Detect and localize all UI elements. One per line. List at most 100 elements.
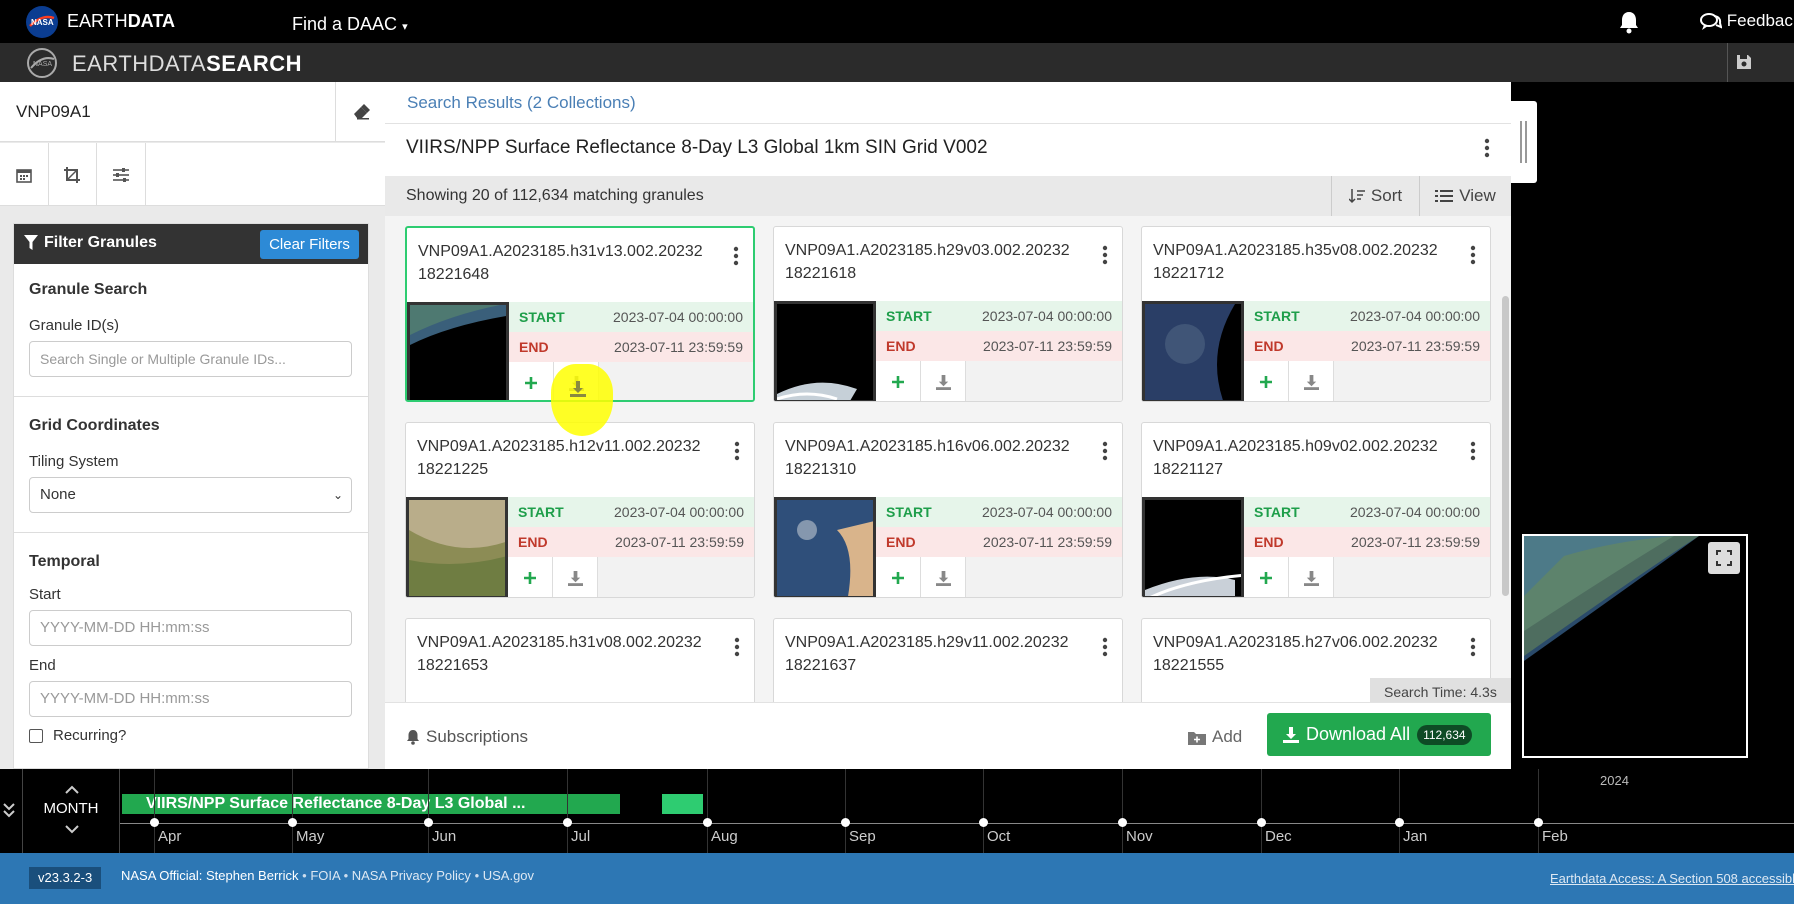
tiling-system-select[interactable]: None ⌄ <box>29 477 352 513</box>
end-value: 2023-07-11 23:59:59 <box>615 534 744 550</box>
kebab-icon[interactable] <box>1102 637 1108 657</box>
collection-timeline-bar[interactable]: VIIRS/NPP Surface Reflectance 8-Day L3 G… <box>122 794 620 814</box>
chevron-down-icon[interactable] <box>65 825 79 834</box>
kebab-icon[interactable] <box>1484 138 1490 158</box>
download-granule-button[interactable] <box>921 361 966 401</box>
granule-preview-map[interactable] <box>1522 534 1748 758</box>
crop-icon[interactable] <box>48 143 97 206</box>
download-granule-button[interactable] <box>921 557 966 597</box>
add-granule-button[interactable] <box>876 361 921 401</box>
nasa-meatball-icon[interactable]: NASA <box>26 47 58 79</box>
footer-links: NASA Official: Stephen Berrick • FOIA • … <box>121 868 534 883</box>
bell-icon[interactable] <box>1618 10 1640 34</box>
add-project-button[interactable]: Add <box>1188 727 1242 747</box>
usagov-link[interactable]: USA.gov <box>483 868 534 883</box>
granule-count-text: Showing 20 of 112,634 matching granules <box>406 187 704 204</box>
granule-card[interactable]: VNP09A1.A2023185.h35v08.002.202321822171… <box>1141 226 1491 402</box>
find-daac-dropdown[interactable]: Find a DAAC ▾ <box>292 14 408 35</box>
kebab-icon[interactable] <box>734 637 740 657</box>
view-button[interactable]: View <box>1420 176 1511 216</box>
start-date-input[interactable]: YYYY-MM-DD HH:mm:ss <box>29 610 352 646</box>
add-granule-button[interactable] <box>508 557 553 597</box>
start-key: START <box>1254 504 1300 520</box>
separator: • <box>474 868 483 883</box>
sliders-icon[interactable] <box>97 143 146 206</box>
search-box: VNP09A1 <box>0 82 385 142</box>
kebab-icon[interactable] <box>1470 245 1476 265</box>
chevron-up-icon[interactable] <box>65 785 79 794</box>
collection-timeline-segment[interactable] <box>662 794 703 814</box>
expand-icon[interactable] <box>1708 542 1740 574</box>
view-label: View <box>1459 186 1496 205</box>
download-granule-button[interactable] <box>1289 361 1334 401</box>
granule-card[interactable]: VNP09A1.A2023185.h12v11.002.202321822122… <box>405 422 755 598</box>
start-label: Start <box>29 586 61 603</box>
end-key: END <box>1254 338 1284 354</box>
end-date-input[interactable]: YYYY-MM-DD HH:mm:ss <box>29 681 352 717</box>
granule-thumbnail[interactable] <box>1142 497 1244 597</box>
download-all-button[interactable]: Download All 112,634 <box>1267 713 1491 756</box>
bell-icon <box>406 729 420 745</box>
granule-id: VNP09A1.A2023185.h35v08.002.202321822171… <box>1153 242 1438 282</box>
kebab-icon[interactable] <box>1470 637 1476 657</box>
footer: v23.3.2-3 NASA Official: Stephen Berrick… <box>0 853 1794 904</box>
earthdata-search-brand[interactable]: EARTHDATASEARCH <box>72 51 302 77</box>
add-granule-button[interactable] <box>509 362 554 400</box>
clear-filters-button[interactable]: Clear Filters <box>260 230 359 259</box>
recurring-checkbox[interactable] <box>29 729 43 743</box>
start-row: START 2023-07-04 00:00:00 <box>1244 497 1490 527</box>
calendar-icon[interactable] <box>0 143 49 206</box>
panel-resize-handle[interactable] <box>1511 101 1537 183</box>
granule-thumbnail[interactable] <box>1142 301 1244 401</box>
granule-card[interactable]: VNP09A1.A2023185.h29v03.002.202321822161… <box>773 226 1123 402</box>
foia-link[interactable]: FOIA <box>310 868 340 883</box>
sub-brand-bold-text: SEARCH <box>206 51 302 76</box>
granule-thumbnail[interactable] <box>407 302 509 400</box>
accessibility-link[interactable]: Earthdata Access: A Section 508 accessib… <box>1550 871 1794 886</box>
download-icon <box>935 570 951 586</box>
privacy-policy-link[interactable]: NASA Privacy Policy <box>352 868 471 883</box>
granule-ids-input[interactable]: Search Single or Multiple Granule IDs... <box>29 341 352 377</box>
granule-actions <box>1244 557 1490 597</box>
save-icon[interactable] <box>1736 54 1752 70</box>
timeline-track[interactable]: 2024 VIIRS/NPP Surface Reflectance 8-Day… <box>120 769 1794 853</box>
end-value: 2023-07-11 23:59:59 <box>983 338 1112 354</box>
kebab-icon[interactable] <box>734 441 740 461</box>
nasa-official-text: NASA Official: Stephen Berrick <box>121 868 299 883</box>
kebab-icon[interactable] <box>733 246 739 266</box>
kebab-icon[interactable] <box>1102 441 1108 461</box>
filter-granules-panel: Filter Granules Clear Filters Granule Se… <box>13 223 369 769</box>
kebab-icon[interactable] <box>1102 245 1108 265</box>
filter-toolbar <box>0 143 385 206</box>
sort-button[interactable]: Sort <box>1332 176 1419 216</box>
add-granule-button[interactable] <box>1244 557 1289 597</box>
end-row: END 2023-07-11 23:59:59 <box>1244 331 1490 361</box>
folder-plus-icon <box>1188 730 1206 745</box>
granule-thumbnail[interactable] <box>406 497 508 597</box>
timeline-tick <box>979 818 988 827</box>
download-granule-button[interactable] <box>553 557 598 597</box>
granule-count-bar: Showing 20 of 112,634 matching granules … <box>385 176 1511 216</box>
granule-thumbnail[interactable] <box>774 301 876 401</box>
scrollbar[interactable] <box>1502 296 1509 596</box>
timeline-tick <box>1534 818 1543 827</box>
earthdata-brand[interactable]: EARTHDATA <box>67 11 175 32</box>
feedback-button[interactable]: Feedback <box>1700 11 1794 31</box>
granule-card[interactable]: VNP09A1.A2023185.h09v02.002.202321822112… <box>1141 422 1491 598</box>
granule-id: VNP09A1.A2023185.h27v06.002.202321822155… <box>1153 634 1438 674</box>
eraser-icon[interactable] <box>335 82 385 142</box>
search-results-link[interactable]: Search Results (2 Collections) <box>407 93 636 113</box>
kebab-icon[interactable] <box>1470 441 1476 461</box>
add-granule-button[interactable] <box>876 557 921 597</box>
nasa-logo[interactable]: NASA <box>26 6 58 38</box>
download-granule-button[interactable] <box>1289 557 1334 597</box>
download-icon[interactable] <box>570 381 586 397</box>
add-granule-button[interactable] <box>1244 361 1289 401</box>
search-input[interactable]: VNP09A1 <box>16 102 91 122</box>
granule-card[interactable]: VNP09A1.A2023185.h16v06.002.202321822131… <box>773 422 1123 598</box>
double-chevron-icon[interactable] <box>2 801 16 819</box>
subscriptions-button[interactable]: Subscriptions <box>406 727 528 747</box>
start-key: START <box>518 504 564 520</box>
end-key: END <box>1254 534 1284 550</box>
granule-thumbnail[interactable] <box>774 497 876 597</box>
